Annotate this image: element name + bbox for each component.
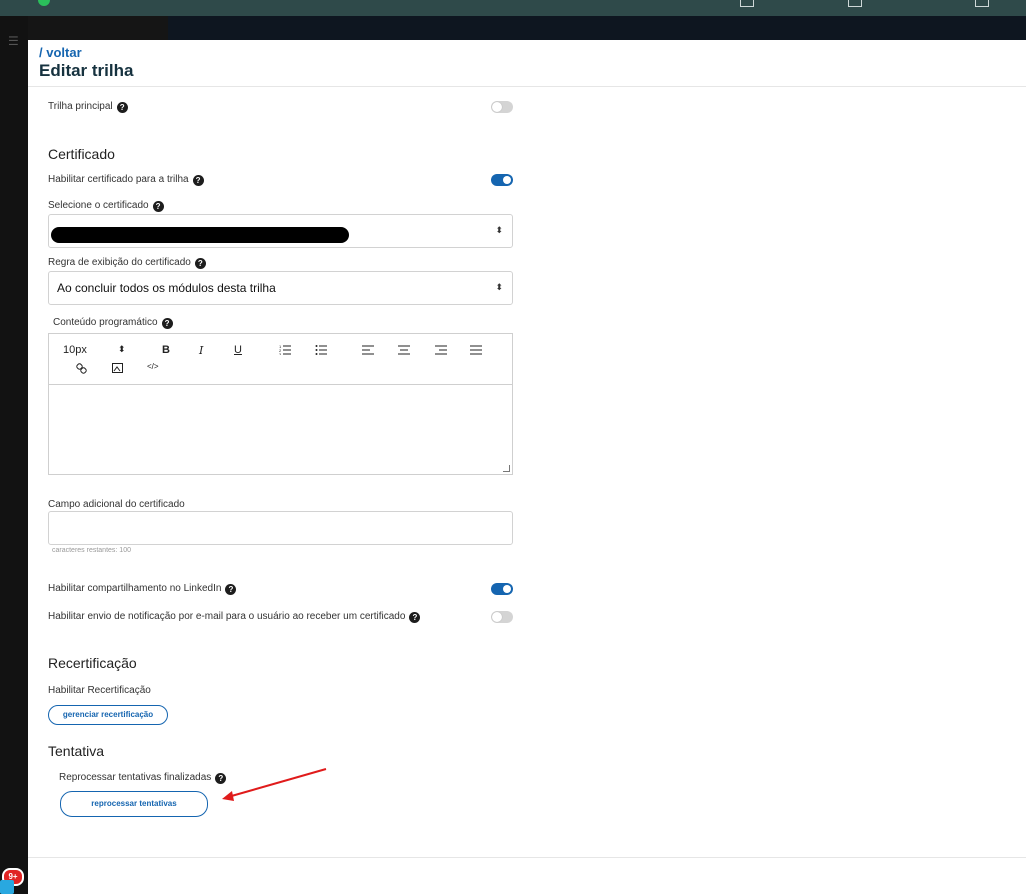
recertification-section-title: Recertificação — [48, 655, 137, 671]
underline-button[interactable]: U — [234, 344, 242, 356]
link-icon[interactable] — [76, 363, 87, 374]
reprocess-attempts-button[interactable]: reprocessar tentativas — [60, 791, 208, 817]
display-rule-value: Ao concluir todos os módulos desta trilh… — [57, 281, 276, 295]
display-rule-label: Regra de exibição do certificado? — [48, 257, 206, 269]
code-view-button[interactable]: </> — [147, 362, 159, 371]
email-notification-toggle[interactable] — [491, 611, 513, 623]
extra-field-label: Campo adicional do certificado — [48, 499, 185, 510]
browser-tab-icon[interactable] — [848, 0, 862, 7]
image-icon[interactable] — [112, 363, 123, 373]
annotation-arrow — [222, 768, 327, 801]
align-justify-icon[interactable] — [470, 344, 482, 355]
browser-status-icon — [38, 0, 50, 6]
enable-certificate-label: Habilitar certificado para a trilha? — [48, 174, 204, 186]
rich-text-editor: 10px ⬍ B I U 123 </> — [48, 333, 513, 475]
linkedin-label: Habilitar compartilhamento no LinkedIn? — [48, 583, 237, 595]
reprocess-attempts-label: Reprocessar tentativas finalizadas? — [59, 772, 227, 784]
enable-certificate-toggle[interactable] — [491, 174, 513, 186]
attempt-section-title: Tentativa — [48, 743, 105, 759]
app-sidebar: 9+ — [0, 16, 28, 894]
redacted-value — [51, 227, 349, 243]
certificate-section-title: Certificado — [48, 146, 115, 162]
footer-divider — [28, 857, 1026, 858]
ordered-list-icon[interactable]: 123 — [279, 344, 291, 355]
program-content-label: Conteúdo programático? — [53, 317, 173, 329]
editor-toolbar: 10px ⬍ B I U 123 </> — [49, 334, 512, 385]
align-right-icon[interactable] — [435, 344, 447, 355]
email-notification-label: Habilitar envio de notificação por e-mai… — [48, 611, 421, 623]
font-size-caret-icon[interactable]: ⬍ — [118, 344, 126, 355]
display-rule-select[interactable]: Ao concluir todos os módulos desta trilh… — [48, 271, 513, 305]
main-trail-label: Trilha principal? — [48, 101, 128, 113]
align-center-icon[interactable] — [398, 344, 410, 355]
certificate-select[interactable]: ⬍ — [48, 214, 513, 248]
notification-badge[interactable]: 9+ — [0, 868, 28, 894]
program-content-editor[interactable] — [49, 385, 512, 474]
chat-icon[interactable] — [0, 880, 14, 894]
app-header — [28, 16, 1026, 40]
browser-toolbar — [0, 0, 1026, 16]
select-certificate-label: Selecione o certificado? — [48, 200, 164, 212]
browser-tab-icon[interactable] — [975, 0, 989, 7]
help-icon[interactable]: ? — [152, 201, 164, 212]
bold-button[interactable]: B — [162, 344, 170, 356]
bullet-list-icon[interactable] — [315, 344, 327, 355]
help-icon[interactable]: ? — [225, 584, 237, 595]
enable-recertification-label: Habilitar Recertificação — [48, 685, 151, 696]
main-trail-toggle[interactable] — [491, 101, 513, 113]
italic-button[interactable]: I — [199, 344, 203, 357]
help-icon[interactable]: ? — [116, 102, 128, 113]
header-divider — [28, 86, 1026, 87]
edit-trail-panel: / voltar Editar trilha Trilha principal?… — [28, 40, 1026, 894]
back-link[interactable]: / voltar — [39, 45, 82, 60]
menu-icon[interactable]: ☰ — [8, 34, 19, 48]
help-icon[interactable]: ? — [192, 175, 204, 186]
remaining-chars-hint: caracteres restantes: 100 — [52, 547, 131, 554]
chevron-updown-icon: ⬍ — [495, 225, 503, 235]
resize-handle[interactable] — [503, 465, 510, 472]
chevron-updown-icon: ⬍ — [495, 282, 503, 292]
help-icon[interactable]: ? — [194, 258, 206, 269]
help-icon[interactable]: ? — [161, 318, 173, 329]
font-size-select[interactable]: 10px — [63, 344, 87, 356]
page-title: Editar trilha — [39, 61, 134, 80]
manage-recertification-button[interactable]: gerenciar recertificação — [48, 705, 168, 725]
extra-field-input[interactable] — [48, 511, 513, 545]
browser-tab-icon[interactable] — [740, 0, 754, 7]
svg-text:3: 3 — [279, 352, 282, 355]
help-icon[interactable]: ? — [409, 612, 421, 623]
align-left-icon[interactable] — [362, 344, 374, 355]
linkedin-toggle[interactable] — [491, 583, 513, 595]
